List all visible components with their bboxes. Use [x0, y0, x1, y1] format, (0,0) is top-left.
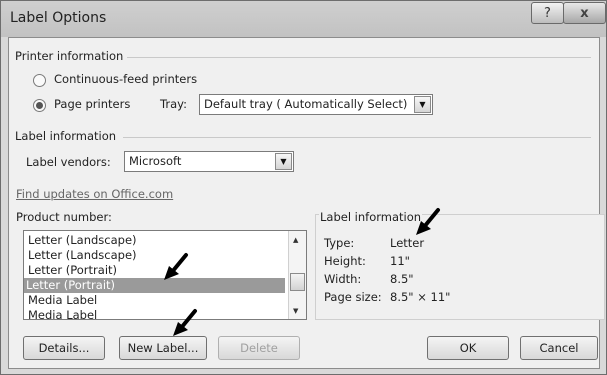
- divider: [127, 57, 591, 58]
- list-item-selected[interactable]: Letter (Portrait): [24, 278, 285, 293]
- width-key: Width:: [324, 272, 362, 286]
- continuous-feed-radio[interactable]: [33, 74, 46, 87]
- scroll-thumb[interactable]: [290, 273, 305, 291]
- annotation-arrow-icon: [416, 208, 440, 235]
- page-size-value: 8.5" × 11": [390, 290, 451, 304]
- new-label-button[interactable]: New Label...: [119, 336, 207, 360]
- details-button[interactable]: Details...: [23, 336, 105, 360]
- label-vendors-label: Label vendors:: [26, 155, 111, 169]
- list-scrollbar[interactable]: ▲ ▼: [288, 231, 306, 319]
- label-information-heading: Label information: [15, 129, 117, 143]
- width-value: 8.5": [390, 272, 414, 286]
- scroll-down-icon[interactable]: ▼: [293, 307, 298, 315]
- list-item[interactable]: Letter (Portrait): [26, 263, 283, 278]
- label-info-panel-heading: Label information: [319, 210, 423, 224]
- printer-information-heading: Printer information: [15, 49, 124, 63]
- type-value: Letter: [390, 236, 425, 250]
- ok-button[interactable]: OK: [427, 336, 509, 360]
- product-number-heading: Product number:: [16, 210, 112, 224]
- list-item[interactable]: Letter (Landscape): [26, 233, 283, 248]
- dropdown-arrow-icon[interactable]: ▼: [414, 96, 431, 113]
- type-key: Type:: [324, 236, 355, 250]
- list-item[interactable]: Media Label: [26, 293, 283, 308]
- divider: [123, 137, 591, 138]
- list-item[interactable]: Media Label: [26, 308, 283, 319]
- help-icon: ?: [544, 5, 551, 21]
- dropdown-arrow-icon[interactable]: ▼: [275, 153, 292, 170]
- cancel-button[interactable]: Cancel: [520, 336, 598, 360]
- annotation-arrow-icon: [164, 253, 188, 280]
- page-printers-radio[interactable]: [33, 99, 46, 112]
- tray-dropdown[interactable]: Default tray ( Automatically Select) ▼: [199, 94, 433, 115]
- label-vendors-value: Microsoft: [129, 154, 182, 168]
- title-bar: Label Options ? x: [1, 1, 606, 37]
- close-button[interactable]: x: [563, 2, 606, 24]
- find-updates-link[interactable]: Find updates on Office.com: [16, 187, 173, 201]
- scroll-up-icon[interactable]: ▲: [293, 236, 298, 244]
- continuous-feed-label[interactable]: Continuous-feed printers: [54, 72, 197, 86]
- label-vendors-dropdown[interactable]: Microsoft ▼: [124, 151, 294, 172]
- list-item[interactable]: Letter (Landscape): [26, 248, 283, 263]
- annotation-arrow-icon: [173, 309, 197, 336]
- tray-value: Default tray ( Automatically Select): [204, 97, 408, 111]
- label-information-panel: Label information Type: Letter Height: 1…: [315, 210, 605, 320]
- height-key: Height:: [324, 254, 366, 268]
- tray-label: Tray:: [160, 97, 187, 111]
- help-button[interactable]: ?: [531, 2, 564, 24]
- close-icon: x: [580, 5, 589, 21]
- dialog-body: Printer information Continuous-feed prin…: [8, 37, 605, 369]
- label-options-dialog: Label Options ? x Printer information Co…: [0, 0, 607, 375]
- page-printers-label[interactable]: Page printers: [54, 97, 130, 111]
- height-value: 11": [390, 254, 410, 268]
- delete-button[interactable]: Delete: [218, 336, 300, 360]
- window-title: Label Options: [10, 10, 107, 26]
- page-size-key: Page size:: [324, 290, 382, 304]
